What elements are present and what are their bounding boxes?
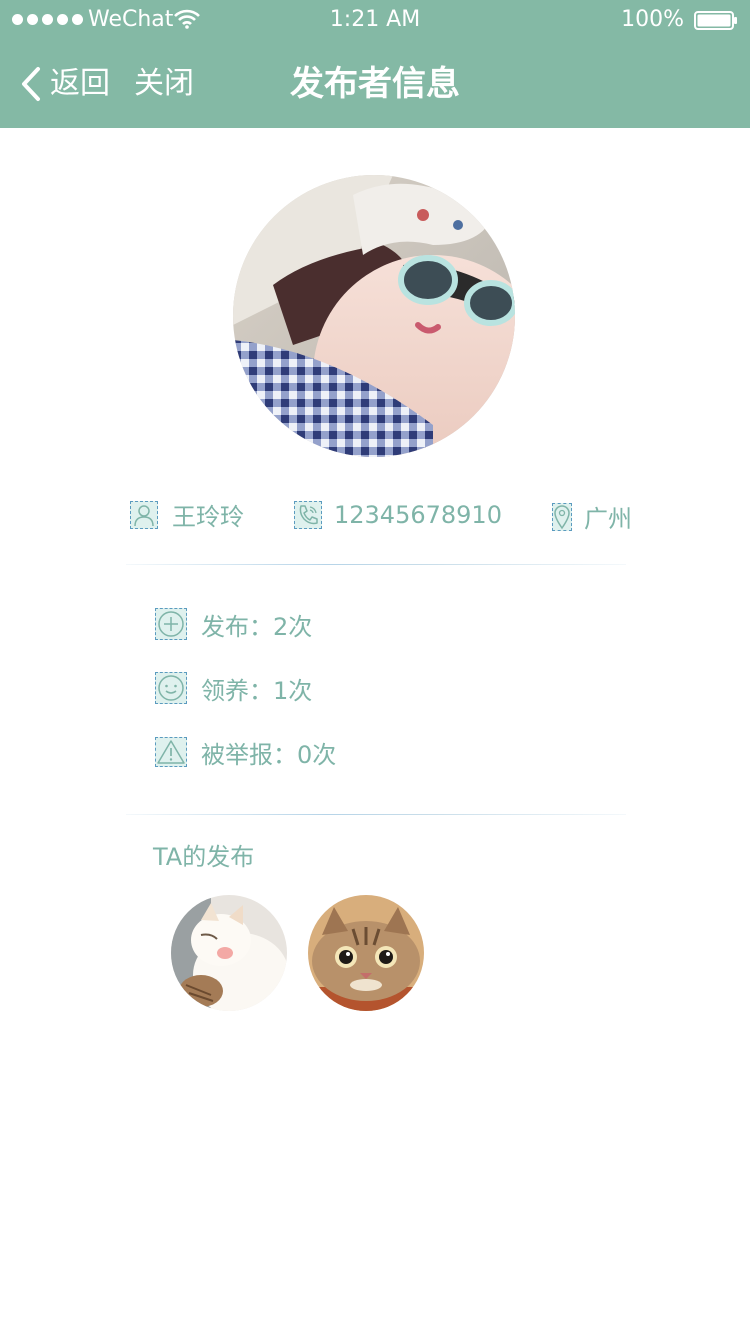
battery-percentage: 100% — [621, 7, 684, 32]
post-thumbnail[interactable] — [171, 895, 287, 1011]
battery-icon — [694, 11, 737, 30]
location-pin-icon — [552, 502, 572, 531]
app-header: WeChat 1:21 AM 100% 返回 关闭 发布者信息 — [0, 0, 750, 128]
post-thumbnail[interactable] — [308, 895, 424, 1011]
stat-publish: 发布：2次 — [155, 607, 312, 641]
publisher-city: 广州 — [584, 505, 632, 533]
stat-label: 领养：1次 — [201, 676, 313, 705]
publisher-avatar — [233, 175, 515, 457]
divider — [126, 564, 626, 565]
publisher-name: 王玲玲 — [172, 503, 244, 531]
stat-label: 被举报：0次 — [201, 740, 337, 769]
contact-info-row: 王玲玲 12345678910 广州 — [0, 497, 750, 541]
stat-label: 发布：2次 — [201, 612, 313, 641]
phone-icon — [294, 501, 322, 529]
stat-reported: 被举报：0次 — [155, 735, 336, 769]
name-item: 王玲玲 — [130, 497, 244, 532]
city-item: 广州 — [552, 499, 632, 534]
divider — [126, 814, 626, 815]
navigation-bar: 返回 关闭 发布者信息 — [0, 40, 750, 128]
posts-section-title: TA的发布 — [153, 843, 255, 871]
warning-icon — [155, 737, 187, 767]
page-title: 发布者信息 — [290, 64, 460, 104]
smiley-icon — [155, 672, 187, 704]
stat-adopt: 领养：1次 — [155, 671, 312, 705]
plus-circle-icon — [155, 608, 187, 640]
phone-item[interactable]: 12345678910 — [294, 501, 502, 529]
publisher-phone: 12345678910 — [334, 501, 502, 529]
user-icon — [130, 500, 158, 529]
status-bar: WeChat 1:21 AM 100% — [0, 0, 750, 40]
